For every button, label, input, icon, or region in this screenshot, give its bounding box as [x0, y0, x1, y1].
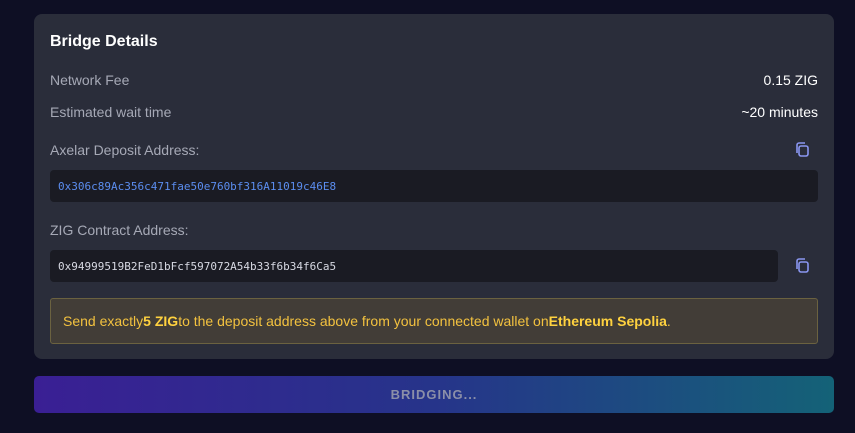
card-title: Bridge Details — [50, 33, 158, 50]
zig-contract-label: ZIG Contract Address: — [50, 222, 189, 238]
network-fee-label: Network Fee — [50, 72, 130, 88]
notice-prefix: Send exactly — [63, 313, 144, 329]
bridging-button[interactable]: BRIDGING... — [34, 376, 834, 413]
zig-contract-address[interactable]: 0x94999519B2FeD1bFcf597072A54b33f6b34f6C… — [50, 250, 778, 282]
copy-icon[interactable] — [793, 257, 811, 275]
wait-time-value: ~20 minutes — [741, 104, 818, 120]
notice-middle: to the deposit address above from your c… — [178, 313, 549, 329]
wait-time-label: Estimated wait time — [50, 104, 172, 120]
notice-amount: 5 ZIG — [143, 313, 179, 329]
bridge-details-card: Bridge Details Network Fee 0.15 ZIG Esti… — [34, 14, 834, 359]
notice-suffix: . — [666, 313, 671, 329]
deposit-notice: Send exactly 5 ZIG to the deposit addres… — [50, 298, 818, 344]
notice-network: Ethereum Sepolia — [548, 313, 667, 329]
copy-icon[interactable] — [793, 141, 811, 159]
axelar-deposit-address[interactable]: 0x306c89Ac356c471fae50e760bf316A11019c46… — [50, 170, 818, 202]
network-fee-value: 0.15 ZIG — [763, 72, 818, 88]
axelar-address-label: Axelar Deposit Address: — [50, 142, 200, 158]
